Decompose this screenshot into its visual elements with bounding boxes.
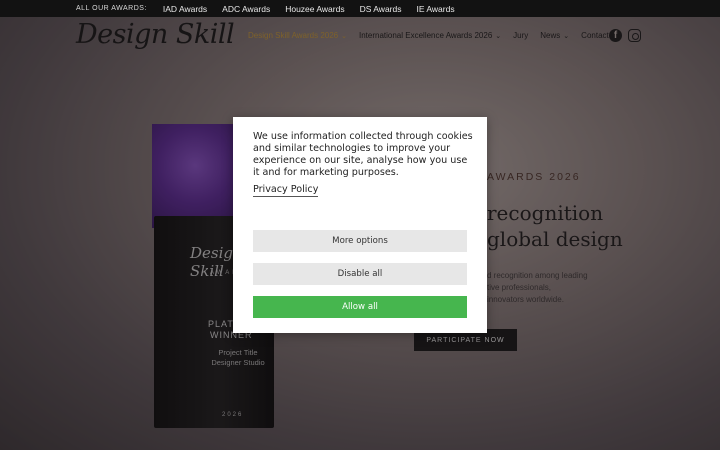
- disable-all-button[interactable]: Disable all: [253, 263, 467, 285]
- awards-topbar: ALL OUR AWARDS: IAD Awards ADC Awards Ho…: [0, 0, 720, 17]
- cookie-message: We use information collected through coo…: [253, 131, 473, 178]
- topbar-link-adc[interactable]: ADC Awards: [222, 4, 270, 14]
- cookie-consent-dialog: We use information collected through coo…: [233, 117, 487, 333]
- allow-all-button[interactable]: Allow all: [253, 296, 467, 318]
- privacy-policy-link[interactable]: Privacy Policy: [253, 184, 319, 197]
- more-options-button[interactable]: More options: [253, 230, 467, 252]
- topbar-link-iad[interactable]: IAD Awards: [163, 4, 207, 14]
- topbar-label: ALL OUR AWARDS:: [76, 5, 147, 12]
- topbar-link-ds[interactable]: DS Awards: [360, 4, 402, 14]
- topbar-link-houzee[interactable]: Houzee Awards: [285, 4, 344, 14]
- topbar-link-ie[interactable]: IE Awards: [416, 4, 454, 14]
